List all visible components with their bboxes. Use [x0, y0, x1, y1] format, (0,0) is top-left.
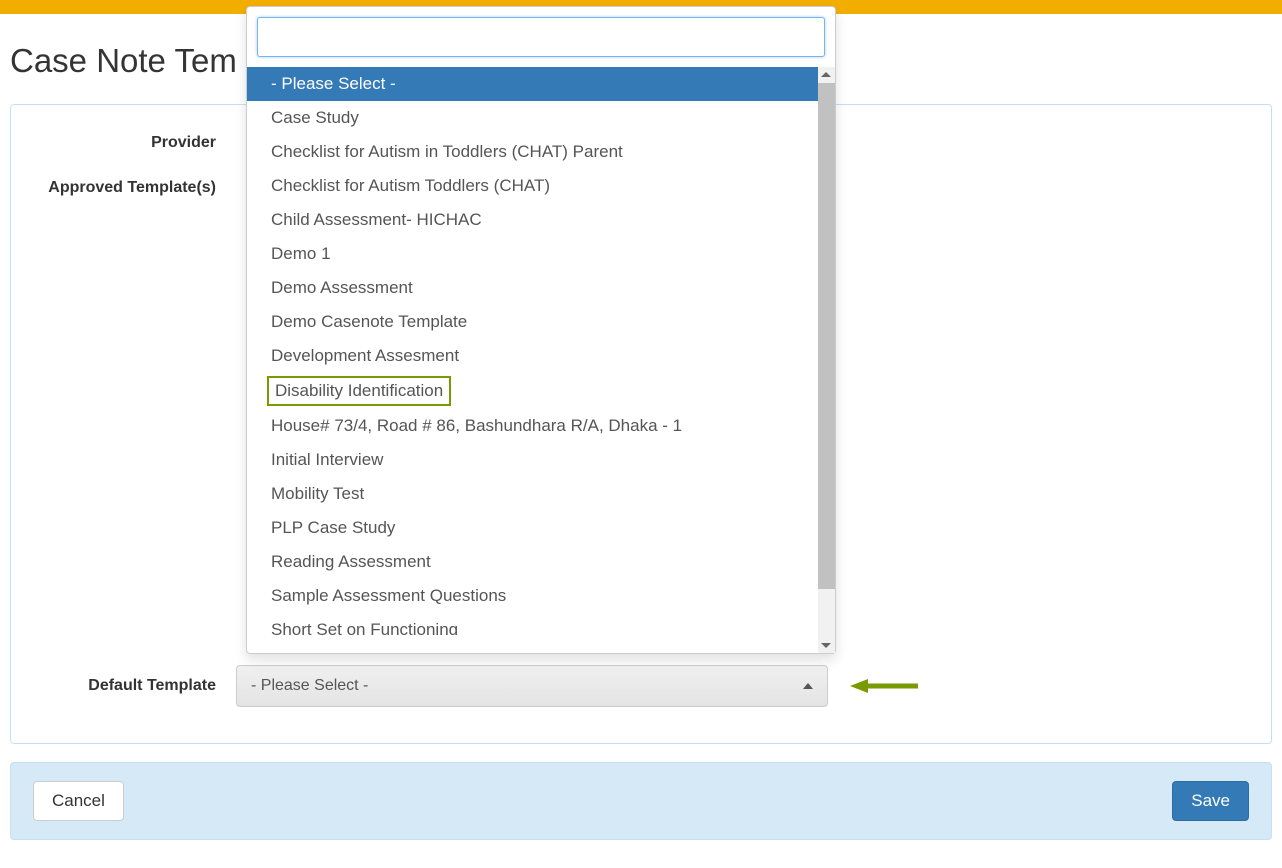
provider-label: Provider	[36, 127, 236, 154]
dropdown-item[interactable]: Reading Assessment	[247, 545, 835, 579]
dropdown-item[interactable]: Initial Interview	[247, 443, 835, 477]
dropdown-item[interactable]: Disability Identification	[247, 373, 835, 409]
dropdown-item[interactable]: - Please Select -	[247, 67, 835, 101]
dropdown-item[interactable]: Demo Assessment	[247, 271, 835, 305]
pointer-arrow-annotation	[850, 676, 920, 696]
dropdown-item[interactable]: PLP Case Study	[247, 511, 835, 545]
dropdown-search-input[interactable]	[257, 17, 825, 57]
caret-up-icon	[803, 683, 813, 689]
save-button[interactable]: Save	[1172, 781, 1249, 821]
highlighted-option[interactable]: Disability Identification	[267, 376, 451, 406]
dropdown-item[interactable]: Demo Casenote Template	[247, 305, 835, 339]
cancel-button[interactable]: Cancel	[33, 781, 124, 821]
dropdown-item[interactable]: Short Set on Functioning	[247, 613, 835, 635]
scrollbar-arrow-up-icon[interactable]	[821, 72, 831, 77]
dropdown-item[interactable]: Mobility Test	[247, 477, 835, 511]
dropdown-list-wrapper: - Please Select -Case StudyChecklist for…	[247, 67, 835, 653]
default-template-row: Default Template - Please Select -	[36, 665, 1246, 707]
footer-actions: Cancel Save	[10, 762, 1272, 840]
dropdown-scrollbar-thumb[interactable]	[818, 83, 835, 589]
default-template-select-value: - Please Select -	[251, 677, 368, 695]
default-template-label: Default Template	[36, 676, 236, 697]
approved-templates-label: Approved Template(s)	[36, 172, 236, 199]
dropdown-item[interactable]: Checklist for Autism Toddlers (CHAT)	[247, 169, 835, 203]
dropdown-item[interactable]: Child Assessment- HICHAC	[247, 203, 835, 237]
dropdown-search-wrapper	[247, 7, 835, 67]
dropdown-item[interactable]: Development Assesment	[247, 339, 835, 373]
scrollbar-arrow-down-icon[interactable]	[821, 643, 831, 648]
dropdown-item[interactable]: House# 73/4, Road # 86, Bashundhara R/A,…	[247, 409, 835, 443]
dropdown-list: - Please Select -Case StudyChecklist for…	[247, 67, 835, 653]
dropdown-scrollbar-track[interactable]	[818, 67, 835, 653]
arrow-left-icon	[850, 676, 920, 696]
dropdown-item[interactable]: Checklist for Autism in Toddlers (CHAT) …	[247, 135, 835, 169]
dropdown-item[interactable]: Case Study	[247, 101, 835, 135]
dropdown-item[interactable]: Demo 1	[247, 237, 835, 271]
dropdown-item[interactable]: Sample Assessment Questions	[247, 579, 835, 613]
default-template-select[interactable]: - Please Select -	[236, 665, 828, 707]
template-dropdown: - Please Select -Case StudyChecklist for…	[246, 6, 836, 654]
